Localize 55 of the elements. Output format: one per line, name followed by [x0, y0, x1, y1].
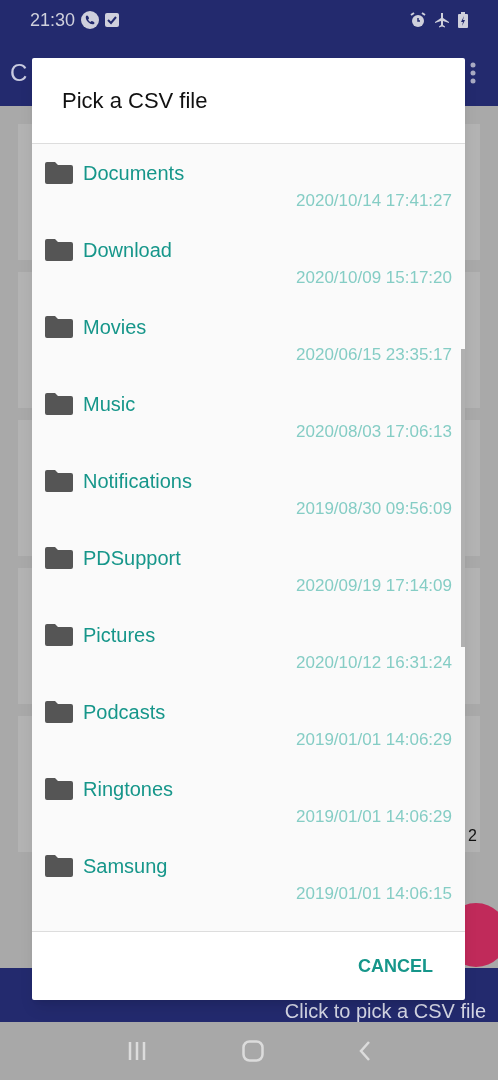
- folder-date: 2020/06/15 23:35:17: [296, 344, 452, 366]
- folder-name: Podcasts: [83, 700, 166, 725]
- folder-name: Download: [83, 238, 172, 263]
- folder-row[interactable]: Movies 2020/06/15 23:35:17: [32, 298, 465, 375]
- folder-name: Notifications: [83, 469, 192, 494]
- bottom-bar-text: Click to pick a CSV file: [284, 1001, 486, 1021]
- folder-icon: [45, 239, 73, 261]
- folder-date: 2019/01/01 14:06:29: [296, 806, 452, 828]
- cancel-button[interactable]: CANCEL: [350, 946, 441, 986]
- folder-row[interactable]: Samsung 2019/01/01 14:06:15: [32, 837, 465, 914]
- folder-icon: [45, 162, 73, 184]
- folder-icon: [45, 470, 73, 492]
- folder-icon: [45, 624, 73, 646]
- airplane-icon: [434, 12, 450, 28]
- back-icon[interactable]: [358, 1041, 371, 1061]
- battery-charging-icon: [458, 12, 468, 28]
- folder-row[interactable]: Podcasts 2019/01/01 14:06:29: [32, 683, 465, 760]
- dialog-title: Pick a CSV file: [62, 87, 208, 115]
- folder-date: 2020/08/03 17:06:13: [296, 421, 452, 443]
- folder-date: 2019/08/30 09:56:09: [296, 498, 452, 520]
- folder-row[interactable]: Pictures 2020/10/12 16:31:24: [32, 606, 465, 683]
- folder-date: 2020/09/19 17:14:09: [296, 575, 452, 597]
- folder-date: 2019/01/01 14:06:15: [296, 883, 452, 905]
- alarm-icon: [410, 12, 426, 28]
- home-icon[interactable]: [242, 1040, 264, 1062]
- folder-date: 2019/01/01 14:06:29: [296, 729, 452, 751]
- folder-name: PDSupport: [83, 546, 181, 571]
- folder-date: 2020/10/12 16:31:24: [296, 652, 452, 674]
- folder-icon: [45, 316, 73, 338]
- folder-icon: [45, 547, 73, 569]
- folder-name: Movies: [83, 315, 147, 340]
- folder-icon: [45, 778, 73, 800]
- more-options-icon[interactable]: [470, 62, 476, 84]
- folder-name: Ringtones: [83, 777, 174, 802]
- card-text: 2: [468, 828, 477, 844]
- folder-name: Documents: [83, 161, 185, 186]
- folder-icon: [45, 701, 73, 723]
- folder-row[interactable]: PDSupport 2020/09/19 17:14:09: [32, 529, 465, 606]
- checkbox-icon: [105, 13, 120, 27]
- folder-row[interactable]: Download 2020/10/09 15:17:20: [32, 221, 465, 298]
- folder-name: Pictures: [83, 623, 156, 648]
- folder-icon: [45, 393, 73, 415]
- recent-apps-icon[interactable]: [127, 1042, 148, 1060]
- folder-row[interactable]: Documents 2020/10/14 17:41:27: [32, 144, 465, 221]
- folder-row[interactable]: Notifications 2019/08/30 09:56:09: [32, 452, 465, 529]
- folder-row[interactable]: Ringtones 2019/01/01 14:06:29: [32, 760, 465, 837]
- folder-row[interactable]: Music 2020/08/03 17:06:13: [32, 375, 465, 452]
- folder-name: Music: [83, 392, 136, 417]
- folder-name: Samsung: [83, 854, 168, 879]
- app-title: C: [10, 61, 28, 85]
- folder-icon: [45, 855, 73, 877]
- phone-icon: [81, 11, 100, 29]
- status-time: 21:30: [30, 8, 76, 32]
- folder-date: 2020/10/14 17:41:27: [296, 190, 452, 212]
- folder-date: 2020/10/09 15:17:20: [296, 267, 452, 289]
